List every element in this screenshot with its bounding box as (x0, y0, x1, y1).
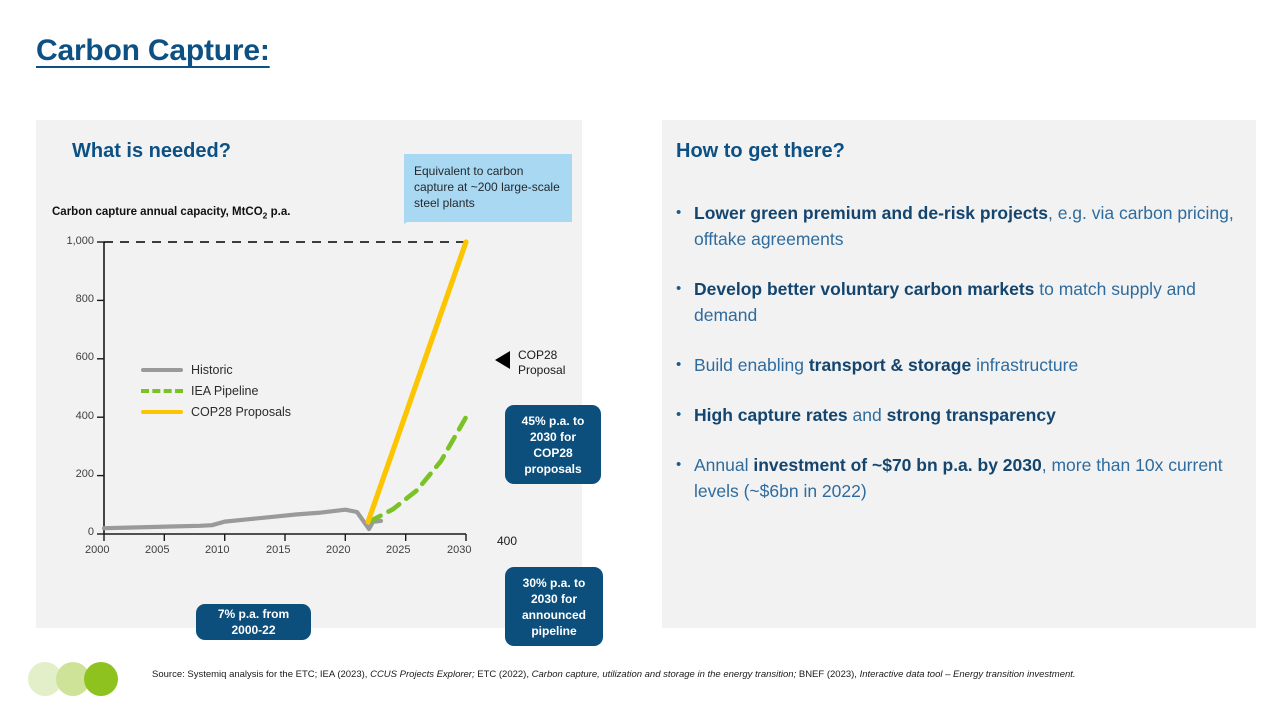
callout-cop28-growth: 45% p.a. to 2030 for COP28 proposals (505, 405, 601, 484)
cop28-proposal-label: COP28 Proposal (518, 348, 566, 377)
list-item-rest: infrastructure (971, 355, 1079, 375)
logo-dot-3-icon (84, 662, 118, 696)
list-item-text: Develop better voluntary carbon markets … (694, 276, 1246, 328)
y-tick-label: 0 (87, 526, 94, 538)
chart-title-prefix: Carbon capture annual capacity, MtCO (52, 206, 263, 218)
panel-heading-left: What is needed? (72, 140, 231, 162)
list-item-pre: Build enabling (694, 355, 809, 375)
logo (28, 662, 118, 696)
x-tick-label: 2030 (447, 544, 472, 556)
legend-label: IEA Pipeline (191, 384, 259, 398)
x-tick-label: 2010 (205, 544, 230, 556)
source-part-italic: CCUS Projects Explorer; (370, 669, 475, 680)
panel-heading-right: How to get there? (676, 140, 845, 162)
chart-svg (97, 239, 469, 541)
pipeline-endpoint-value-label: 400 (497, 534, 518, 548)
list-item-mid: and (847, 405, 887, 425)
legend-label: Historic (191, 363, 233, 377)
list-item: • Annual investment of ~$70 bn p.a. by 2… (676, 452, 1246, 504)
y-tick-label: 200 (75, 468, 94, 480)
x-tick-label: 2025 (386, 544, 411, 556)
list-item: • Lower green premium and de-risk projec… (676, 200, 1246, 252)
series-iea-pipeline (366, 414, 469, 525)
list-item-text: Lower green premium and de-risk projects… (694, 200, 1246, 252)
source-part: Source: Systemiq analysis for the ETC; I… (152, 669, 371, 680)
callout-steel-plants: Equivalent to carbon capture at ~200 lar… (404, 154, 572, 222)
page-title: Carbon Capture: (36, 34, 270, 67)
cop28-arrow-icon (495, 351, 510, 369)
chart-title: Carbon capture annual capacity, MtCO2 p.… (52, 206, 290, 220)
legend-item-iea-pipeline: IEA Pipeline (141, 384, 291, 398)
how-to-get-there-panel: How to get there? • Lower green premium … (662, 120, 1256, 628)
source-part-italic: Interactive data tool – Energy transitio… (859, 669, 1076, 680)
legend-swatch-historic (141, 368, 183, 372)
y-tick-label: 400 (75, 410, 94, 422)
list-item-pre: Annual (694, 455, 754, 475)
source-part-italic: Carbon capture, utilization and storage … (531, 669, 797, 680)
bullet-marker-icon: • (676, 356, 682, 373)
list-item: • High capture rates and strong transpar… (676, 402, 1246, 428)
x-tick-label: 2000 (85, 544, 110, 556)
list-item-emphasis: transport & storage (808, 355, 972, 375)
list-item-emphasis-2: strong transparency (886, 405, 1056, 425)
legend-swatch-cop28-proposals (141, 410, 183, 414)
series-cop28-proposals (365, 239, 469, 525)
bullet-marker-icon: • (676, 406, 682, 423)
chart-legend: Historic IEA Pipeline COP28 Proposals (141, 363, 291, 419)
legend-item-cop28-proposals: COP28 Proposals (141, 405, 291, 419)
y-tick-label: 1,000 (66, 235, 94, 247)
slide-canvas: Carbon Capture: What is needed? Carbon c… (0, 0, 1280, 720)
source-part: ETC (2022), (474, 669, 532, 680)
callout-pipeline-growth: 30% p.a. to 2030 for announced pipeline (505, 567, 603, 646)
list-item-emphasis: Develop better voluntary carbon markets (694, 279, 1035, 299)
list-item-text: Annual investment of ~$70 bn p.a. by 203… (694, 452, 1246, 504)
list-item-emphasis: High capture rates (694, 405, 848, 425)
list-item-emphasis: investment of ~$70 bn p.a. by 2030 (753, 455, 1042, 475)
list-item-emphasis: Lower green premium and de-risk projects (694, 203, 1048, 223)
list-item-text: High capture rates and strong transparen… (694, 402, 1246, 428)
legend-swatch-iea-pipeline (141, 389, 183, 393)
source-part: BNEF (2023), (796, 669, 860, 680)
x-tick-label: 2005 (145, 544, 170, 556)
x-tick-label: 2020 (326, 544, 351, 556)
callout-historic-growth: 7% p.a. from 2000-22 (196, 604, 311, 640)
list-item: • Build enabling transport & storage inf… (676, 352, 1246, 378)
list-item: • Develop better voluntary carbon market… (676, 276, 1246, 328)
bullet-marker-icon: • (676, 456, 682, 473)
list-item-text: Build enabling transport & storage infra… (694, 352, 1246, 378)
y-tick-label: 800 (75, 293, 94, 305)
x-tick-label: 2015 (266, 544, 291, 556)
series-historic (101, 507, 384, 532)
legend-label: COP28 Proposals (191, 405, 292, 419)
legend-item-historic: Historic (141, 363, 291, 377)
source-note: Source: Systemiq analysis for the ETC; I… (152, 668, 1172, 681)
y-tick-label: 600 (75, 351, 94, 363)
bullet-marker-icon: • (676, 280, 682, 297)
carbon-capture-line-chart: 1,000 800 600 400 200 0 2000 2005 2010 2… (52, 230, 572, 560)
bullet-marker-icon: • (676, 204, 682, 221)
recommendations-list: • Lower green premium and de-risk projec… (676, 200, 1246, 528)
chart-title-suffix: p.a. (267, 206, 291, 218)
